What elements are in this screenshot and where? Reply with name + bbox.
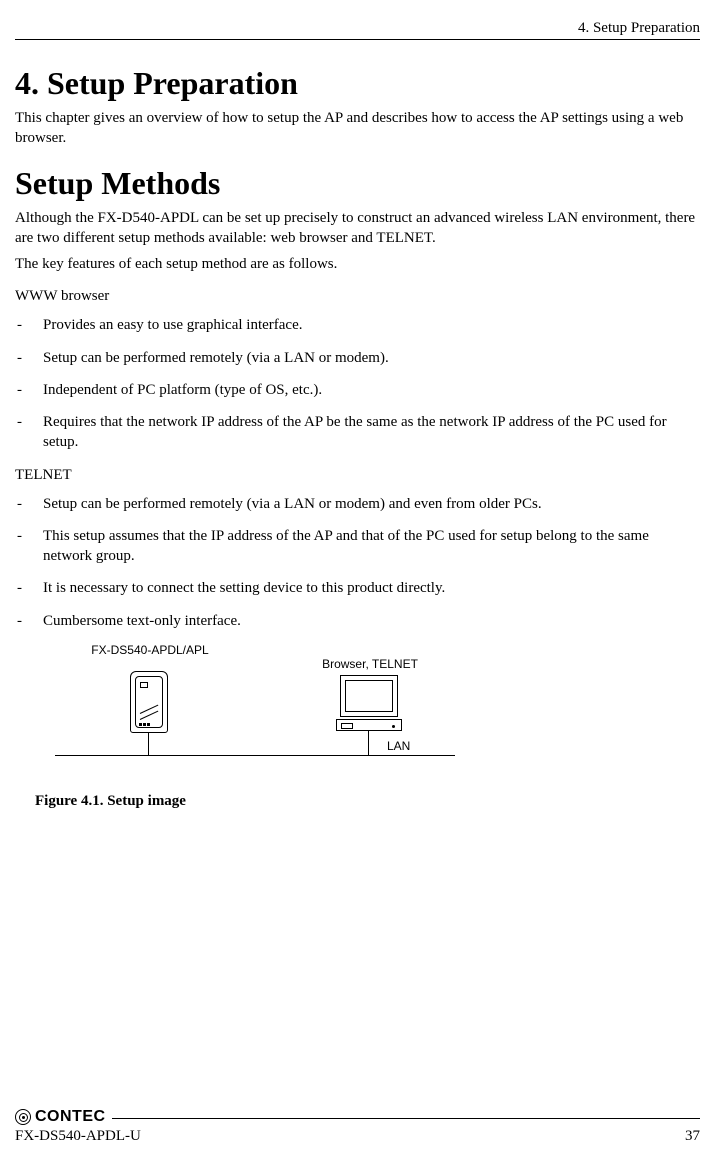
www-list: -Provides an easy to use graphical inter… xyxy=(15,315,700,452)
list-item-text: Setup can be performed remotely (via a L… xyxy=(43,494,700,514)
telnet-heading: TELNET xyxy=(15,467,700,484)
computer-icon xyxy=(340,675,398,731)
list-item-text: It is necessary to connect the setting d… xyxy=(43,578,700,598)
brand-name: CONTEC xyxy=(35,1108,106,1126)
list-item-text: Requires that the network IP address of … xyxy=(43,412,700,453)
list-item: -Cumbersome text-only interface. xyxy=(15,611,700,631)
chapter-intro: This chapter gives an overview of how to… xyxy=(15,108,700,149)
page-number: 37 xyxy=(685,1128,700,1145)
telnet-list: -Setup can be performed remotely (via a … xyxy=(15,494,700,631)
figure-caption: Figure 4.1. Setup image xyxy=(35,793,700,810)
diagram-lan-label: LAN xyxy=(387,739,410,753)
list-item-text: Cumbersome text-only interface. xyxy=(43,611,700,631)
list-item: -Setup can be performed remotely (via a … xyxy=(15,348,700,368)
section-para-2: The key features of each setup method ar… xyxy=(15,254,700,274)
diagram-pc-label: Browser, TELNET xyxy=(315,657,425,671)
chapter-title: 4. Setup Preparation xyxy=(15,65,700,102)
list-item: -Setup can be performed remotely (via a … xyxy=(15,494,700,514)
page-footer: CONTEC FX-DS540-APDL-U 37 xyxy=(15,1108,700,1145)
running-header: 4. Setup Preparation xyxy=(15,20,700,39)
footer-model: FX-DS540-APDL-U xyxy=(15,1128,141,1145)
list-item: -This setup assumes that the IP address … xyxy=(15,526,700,567)
brand-logo: CONTEC xyxy=(15,1108,106,1126)
list-item: -Independent of PC platform (type of OS,… xyxy=(15,380,700,400)
list-item-text: Setup can be performed remotely (via a L… xyxy=(43,348,700,368)
logo-icon xyxy=(15,1109,31,1125)
list-item-text: Independent of PC platform (type of OS, … xyxy=(43,380,700,400)
section-para-1: Although the FX-D540-APDL can be set up … xyxy=(15,208,700,249)
header-rule xyxy=(15,39,700,40)
list-item: -It is necessary to connect the setting … xyxy=(15,578,700,598)
access-point-icon xyxy=(130,671,168,733)
diagram-ap-label: FX-DS540-APDL/APL xyxy=(75,643,225,657)
www-heading: WWW browser xyxy=(15,288,700,305)
list-item: -Requires that the network IP address of… xyxy=(15,412,700,453)
list-item-text: This setup assumes that the IP address o… xyxy=(43,526,700,567)
network-diagram: FX-DS540-APDL/APL Browser, TELNET LAN xyxy=(35,643,465,773)
list-item-text: Provides an easy to use graphical interf… xyxy=(43,315,700,335)
section-title: Setup Methods xyxy=(15,165,700,202)
figure-setup-image: FX-DS540-APDL/APL Browser, TELNET LAN Fi… xyxy=(35,643,700,810)
list-item: -Provides an easy to use graphical inter… xyxy=(15,315,700,335)
